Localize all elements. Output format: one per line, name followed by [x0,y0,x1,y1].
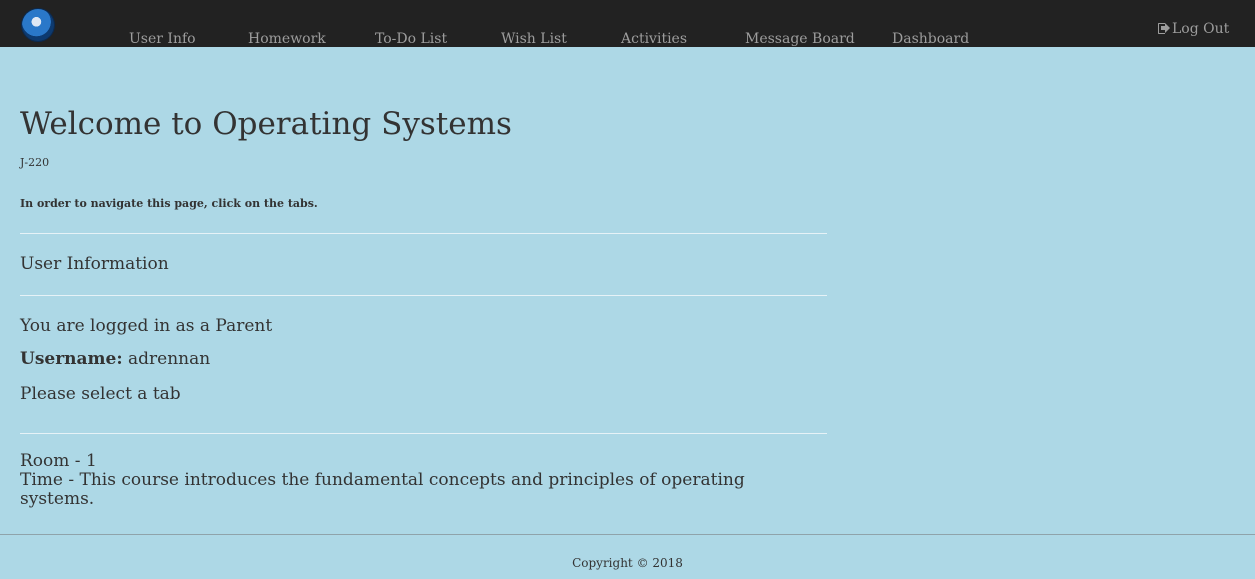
nav-item-dashboard[interactable]: Dashboard [892,31,969,47]
dragon-logo-icon[interactable] [22,9,54,41]
username-label: Username: [20,349,123,369]
nav-item-activities[interactable]: Activities [621,31,687,47]
logout-button[interactable]: Log Out [1158,21,1229,37]
nav-item-homework[interactable]: Homework [248,31,326,47]
top-navbar: User Info Homework To-Do List Wish List … [0,0,1255,47]
logout-label: Log Out [1172,21,1230,37]
time-text: Time - This course introduces the fundam… [20,470,745,509]
room-text: Room - 1 [20,452,97,471]
nav-item-user-info[interactable]: User Info [129,31,196,47]
username-line: Username: adrennan [20,349,210,369]
select-tab-prompt: Please select a tab [20,384,181,404]
divider [20,233,827,234]
nav-item-wish-list[interactable]: Wish List [501,31,567,47]
section-title: User Information [20,254,169,274]
logged-in-status: You are logged in as a Parent [20,316,273,336]
copyright-text: Copyright © 2018 [572,556,683,570]
course-info-panel: Room - 1 Time - This course introduces t… [20,452,820,508]
course-code: J-220 [20,156,50,169]
divider [20,295,827,296]
navigation-hint: In order to navigate this page, click on… [20,197,318,210]
nav-item-todo-list[interactable]: To-Do List [375,31,447,47]
page-title: Welcome to Operating Systems [20,106,512,142]
footer-divider [0,534,1255,535]
logout-icon [1158,23,1170,34]
username-value: adrennan [128,349,211,369]
nav-item-message-board[interactable]: Message Board [745,31,855,47]
divider [20,433,827,434]
